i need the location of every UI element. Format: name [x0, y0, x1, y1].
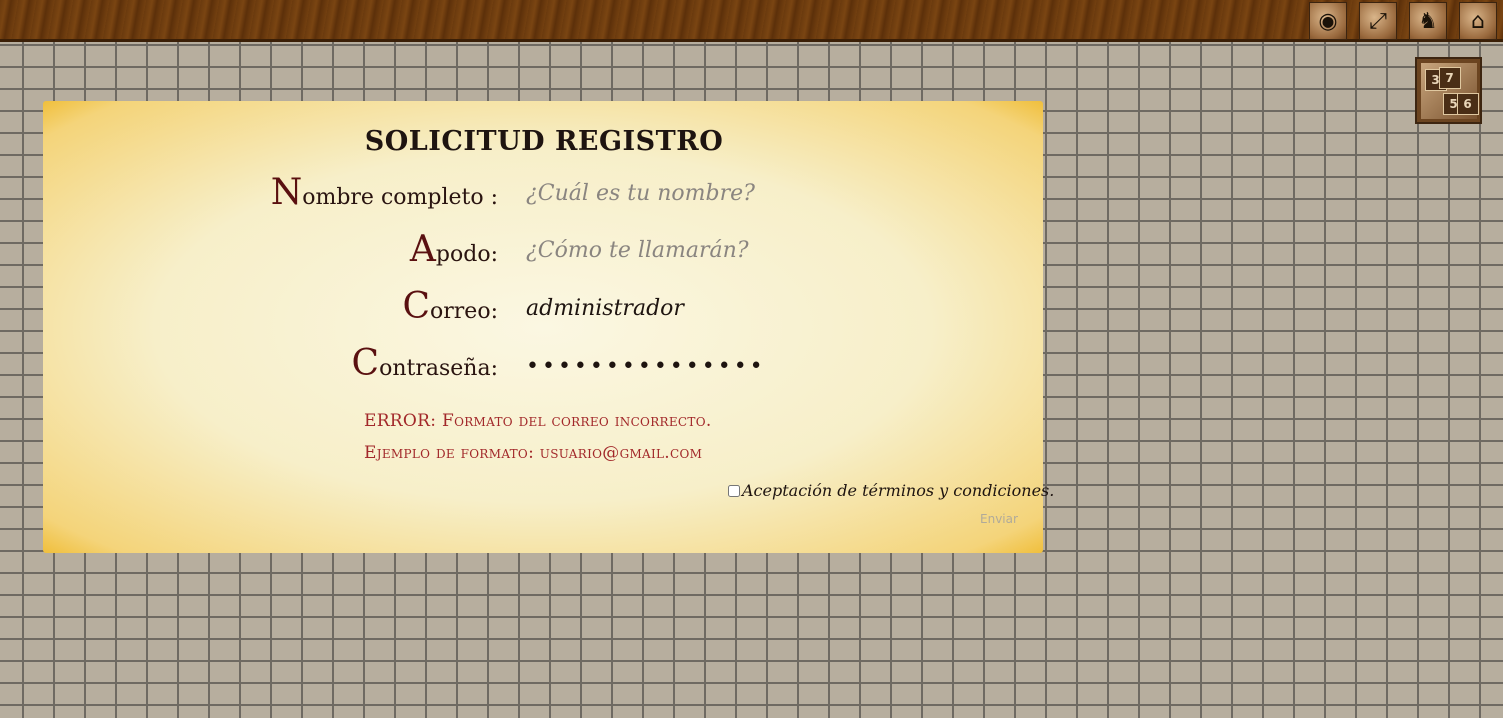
- label-initial: C: [351, 343, 380, 384]
- terms-row[interactable]: Aceptación de términos y condiciones.: [728, 481, 1054, 500]
- dice-icon: 3 7 5 6: [1420, 62, 1479, 119]
- die-face: 7: [1438, 66, 1461, 89]
- label-text: ombre completo :: [302, 185, 498, 210]
- terms-checkbox[interactable]: [728, 484, 740, 497]
- eye-icon[interactable]: ◉: [1309, 2, 1347, 40]
- top-bar: ◉ ⤢ ♞ ⌂: [0, 0, 1503, 42]
- label-initial: C: [402, 286, 431, 327]
- label-text: ontraseña:: [379, 356, 498, 381]
- full-name-label: Nombre completo :: [271, 172, 498, 213]
- form-title: SOLICITUD REGISTRO: [364, 126, 724, 157]
- email-input[interactable]: [522, 291, 922, 325]
- email-label: Correo:: [402, 286, 498, 327]
- fullscreen-icon[interactable]: ⤢: [1359, 2, 1397, 40]
- knight-helmet-icon[interactable]: ♞: [1409, 2, 1447, 40]
- label-text: orreo:: [430, 299, 498, 324]
- error-format-example: Ejemplo de formato: usuario@gmail.com: [364, 443, 703, 463]
- nickname-input[interactable]: [522, 233, 922, 267]
- label-text: podo:: [435, 242, 498, 267]
- password-input[interactable]: [522, 349, 922, 383]
- nickname-label: Apodo:: [410, 229, 498, 270]
- error-message: ERROR: Formato del correo incorrecto.: [364, 411, 712, 431]
- password-label: Contraseña:: [352, 343, 498, 384]
- dice-button[interactable]: 3 7 5 6: [1415, 57, 1482, 124]
- label-initial: A: [409, 229, 436, 270]
- terms-label: Aceptación de términos y condiciones.: [742, 481, 1055, 500]
- label-initial: N: [270, 172, 303, 213]
- die-face: 6: [1456, 92, 1479, 115]
- submit-button[interactable]: Enviar: [980, 512, 1018, 526]
- full-name-input[interactable]: [522, 176, 922, 210]
- home-icon[interactable]: ⌂: [1459, 2, 1497, 40]
